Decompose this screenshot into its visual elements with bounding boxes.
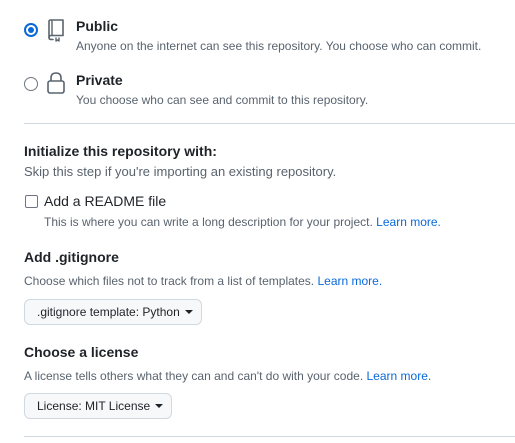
license-select-label: License: MIT License — [37, 399, 151, 413]
gitignore-title: Add .gitignore — [24, 249, 119, 265]
chevron-down-icon — [155, 403, 164, 408]
private-title[interactable]: Private — [76, 72, 123, 88]
public-radio[interactable] — [24, 23, 38, 37]
readme-description-row: This is where you can write a long descr… — [44, 215, 441, 229]
repo-icon — [45, 18, 67, 42]
private-description: You choose who can see and commit to thi… — [76, 93, 369, 107]
license-learn-more-link[interactable]: Learn more. — [367, 369, 432, 383]
license-title: Choose a license — [24, 344, 139, 360]
gitignore-description: Choose which files not to track from a l… — [24, 274, 315, 288]
lock-icon — [46, 71, 66, 95]
readme-label[interactable]: Add a README file — [44, 193, 166, 209]
gitignore-template-select[interactable]: .gitignore template: Python — [24, 299, 202, 325]
divider-bottom — [24, 436, 515, 437]
license-description-row: A license tells others what they can and… — [24, 369, 431, 383]
public-description: Anyone on the internet can see this repo… — [76, 39, 482, 53]
readme-description: This is where you can write a long descr… — [44, 215, 373, 229]
readme-learn-more-link[interactable]: Learn more. — [376, 215, 441, 229]
initialize-description: Skip this step if you're importing an ex… — [24, 164, 337, 179]
gitignore-learn-more-link[interactable]: Learn more. — [317, 274, 382, 288]
gitignore-select-label: .gitignore template: Python — [37, 305, 180, 319]
license-description: A license tells others what they can and… — [24, 369, 364, 383]
gitignore-description-row: Choose which files not to track from a l… — [24, 274, 382, 288]
initialize-title: Initialize this repository with: — [24, 143, 217, 159]
divider-top — [24, 123, 515, 124]
chevron-down-icon — [184, 309, 193, 314]
license-select[interactable]: License: MIT License — [24, 393, 173, 419]
readme-checkbox[interactable] — [25, 195, 38, 208]
private-radio[interactable] — [24, 77, 38, 91]
public-title[interactable]: Public — [76, 18, 118, 34]
